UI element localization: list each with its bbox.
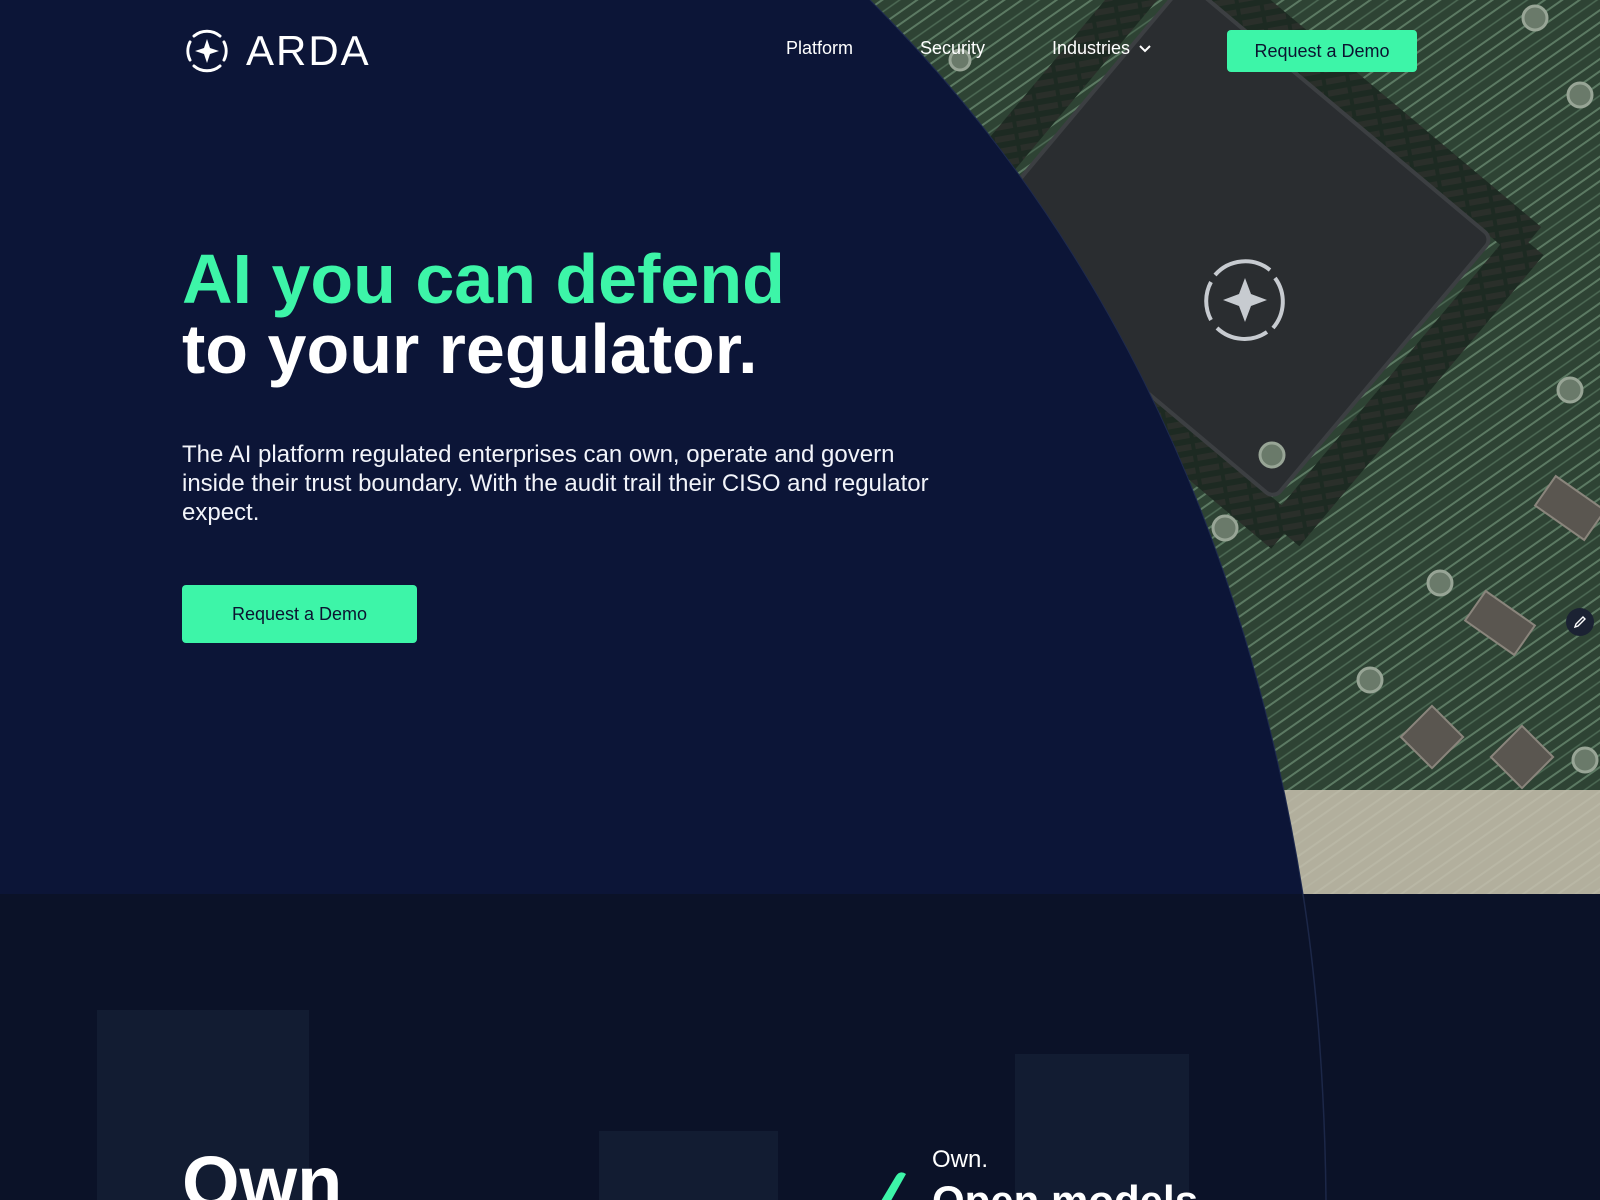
pencil-icon (1573, 616, 1586, 629)
nav-link-platform[interactable]: Platform (786, 38, 853, 59)
nav-link-industries-label: Industries (1052, 38, 1131, 58)
hero-subtext: The AI platform regulated enterprises ca… (182, 441, 929, 526)
hero-section: ARDA Platform Security Industries Reques… (0, 0, 1600, 894)
hero-request-demo-button[interactable]: Request a Demo (182, 585, 417, 643)
nav-request-demo-button[interactable]: Request a Demo (1227, 30, 1417, 72)
headline-line-2: to your regulator. (182, 310, 758, 388)
brand-logo[interactable]: ARDA (182, 26, 371, 76)
crosshair-star-icon (186, 29, 228, 73)
decor-tile (599, 1131, 778, 1200)
hero-headline: AI you can defend to your regulator. (182, 244, 785, 384)
section-heading: Own (182, 1141, 343, 1200)
headline-line-1: AI you can defend (182, 240, 785, 318)
accent-slash-icon (881, 1172, 906, 1200)
own-section: Own Own. Open models (0, 894, 1600, 1200)
nav-link-industries[interactable]: Industries (1052, 38, 1152, 59)
feature-eyebrow: Own. (932, 1146, 989, 1173)
brand-name: ARDA (246, 27, 371, 74)
edit-button[interactable] (1566, 608, 1594, 636)
feature-heading: Open models (932, 1179, 1198, 1200)
nav-link-security[interactable]: Security (920, 38, 985, 59)
chevron-down-icon (1139, 44, 1151, 52)
top-nav: ARDA Platform Security Industries Reques… (0, 0, 1600, 102)
